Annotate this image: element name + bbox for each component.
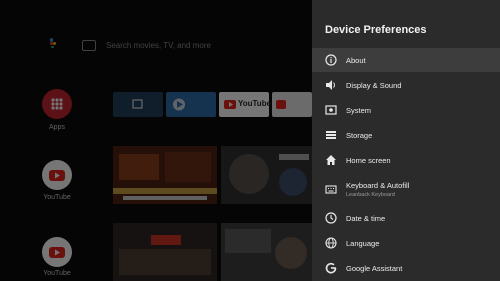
menu-item-google-assistant[interactable]: Google Assistant: [312, 256, 500, 280]
device-preferences-panel: Device Preferences About Display & Sound…: [312, 0, 500, 281]
panel-title: Device Preferences: [325, 24, 427, 36]
menu-item-storage[interactable]: Storage: [312, 123, 500, 147]
menu-item-about[interactable]: About: [312, 48, 500, 72]
google-icon: [325, 262, 337, 274]
menu-item-home-screen[interactable]: Home screen: [312, 148, 500, 172]
keyboard-icon[interactable]: [82, 39, 96, 51]
app-tile[interactable]: [272, 92, 312, 117]
menu-item-label: Storage: [346, 130, 373, 140]
home-screen-background: Search movies, TV, and more Apps YouTube…: [0, 0, 312, 281]
youtube-app-tile[interactable]: YouTube: [219, 92, 272, 117]
home-icon: [325, 154, 337, 166]
menu-item-date-time[interactable]: Date & time: [312, 206, 500, 230]
keyboard-icon: [325, 183, 337, 195]
menu-item-label: System: [346, 105, 372, 115]
row-label-youtube-2: YouTube: [43, 270, 71, 277]
menu-item-label: Display & Sound: [346, 80, 402, 90]
search-placeholder[interactable]: Search movies, TV, and more: [106, 41, 211, 50]
search-bar[interactable]: Search movies, TV, and more: [48, 36, 211, 54]
info-icon: [325, 54, 337, 66]
globe-icon: [325, 237, 337, 249]
app-tile[interactable]: [166, 92, 216, 117]
youtube-tile-text: YouTube: [238, 99, 272, 108]
youtube-icon[interactable]: [42, 237, 72, 267]
speaker-icon: [325, 79, 337, 91]
menu-item-label: Language: [346, 238, 380, 248]
menu-item-sublabel: Leanback Keyboard: [346, 191, 395, 198]
menu-item-system[interactable]: System: [312, 98, 500, 122]
apps-icon[interactable]: [42, 89, 72, 119]
app-tile[interactable]: [113, 92, 163, 117]
mic-icon[interactable]: [48, 38, 58, 52]
clock-icon: [325, 212, 337, 224]
system-icon: [325, 104, 337, 116]
video-thumbnail[interactable]: [221, 146, 312, 204]
menu-item-keyboard-autofill[interactable]: Keyboard & Autofill Leanback Keyboard: [312, 173, 500, 205]
menu-item-display-sound[interactable]: Display & Sound: [312, 73, 500, 97]
row-label-youtube: YouTube: [43, 194, 71, 201]
row-label-apps: Apps: [49, 124, 65, 131]
menu-item-label: Google Assistant: [346, 263, 403, 273]
video-thumbnail[interactable]: [113, 223, 217, 281]
menu-item-label: Keyboard & Autofill: [346, 180, 410, 190]
video-thumbnail[interactable]: [113, 146, 217, 204]
menu-item-label: Home screen: [346, 155, 391, 165]
video-thumbnail[interactable]: [221, 223, 312, 281]
home-screen-content: Search movies, TV, and more Apps YouTube…: [0, 0, 312, 281]
menu-item-label: Date & time: [346, 213, 386, 223]
menu-item-language[interactable]: Language: [312, 231, 500, 255]
menu-item-label: About: [346, 55, 366, 65]
storage-icon: [325, 129, 337, 141]
youtube-icon[interactable]: [42, 160, 72, 190]
